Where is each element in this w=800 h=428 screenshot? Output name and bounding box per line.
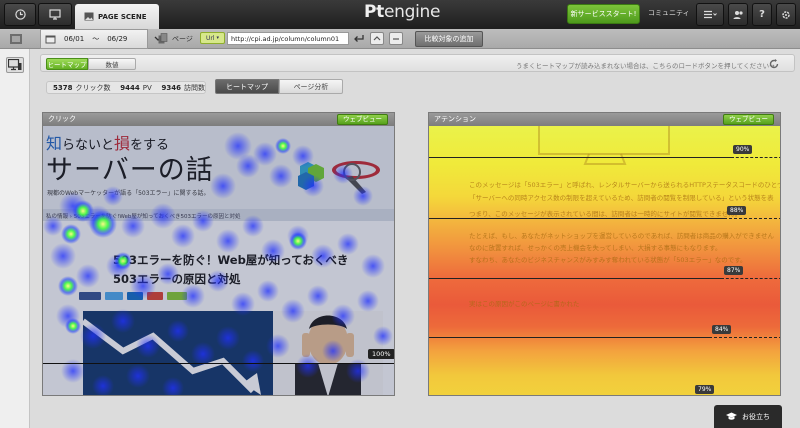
attention-line-3 (429, 278, 721, 279)
reload-icon (769, 58, 778, 68)
filter-bar: 06/01 ～ 06/29 ページ Url ▾ http://cpi.ad.jp… (0, 29, 800, 49)
attention-badge-4: 84% (712, 325, 732, 334)
help-question-button[interactable]: ? (752, 3, 772, 26)
menu-toggle-button[interactable] (9, 32, 23, 45)
tab-page-analysis[interactable]: ページ分析 (279, 79, 343, 94)
date-end: 06/29 (107, 35, 128, 43)
attention-badge-5: 79% (695, 385, 715, 394)
attention-panel-header: アテンション ウェブビュー (429, 113, 780, 126)
mode-bar: ヒートマップ 数値 うまくヒートマップが読み込まれない場合は、こちらのロードボタ… (40, 54, 795, 72)
summary-stats: 5378 クリック数 9444 PV 9346 訪問数 (46, 81, 206, 94)
new-service-button[interactable]: 新サービススタート! (567, 4, 640, 24)
device-toggle-button[interactable] (6, 57, 24, 73)
refresh-url-button[interactable] (370, 32, 384, 45)
help-tips-button[interactable]: お役立ち (714, 405, 782, 428)
tab-label: PAGE SCENE (98, 12, 147, 21)
attention-line-4 (429, 337, 709, 338)
date-start: 06/01 (64, 35, 85, 43)
attention-dash-4 (709, 337, 780, 338)
attention-webview-button[interactable]: ウェブビュー (723, 114, 774, 125)
click-count-label: クリック数 (75, 83, 111, 92)
attention-heatmap-panel: アテンション ウェブビュー このメッセージは「503エラー」と呼ばれ、レンタルサ… (428, 112, 781, 396)
visit-count-label: 訪問数 (184, 83, 205, 92)
attention-badge-3: 87% (724, 266, 744, 275)
click-heatmap-overlay (43, 126, 394, 395)
main-content: ヒートマップ 数値 うまくヒートマップが読み込まれない場合は、こちらのロードボタ… (31, 49, 800, 428)
list-menu-button[interactable] (696, 3, 724, 26)
settings-button[interactable] (776, 3, 796, 26)
attention-text-7: 実はこの原因がこのページに書かれた (469, 300, 580, 308)
question-icon: ? (759, 9, 765, 20)
graduation-cap-icon (726, 412, 737, 420)
users-icon (733, 11, 743, 19)
url-enter-button[interactable] (351, 32, 366, 45)
url-type-select[interactable]: Url ▾ (200, 32, 225, 44)
attention-panel-title: アテンション (434, 115, 476, 123)
click-fold-percentage: 100% (368, 349, 394, 359)
calendar-icon (45, 35, 56, 44)
help-tips-label: お役立ち (742, 412, 770, 421)
attention-line-1 (429, 157, 731, 158)
monitor-illustration (538, 126, 670, 165)
desktop-icon (8, 59, 22, 71)
tab-page-scene[interactable]: PAGE SCENE (75, 4, 159, 29)
enter-icon (354, 35, 364, 42)
click-fold-line (43, 363, 394, 364)
attention-line-2 (429, 218, 724, 219)
dash-icon (393, 37, 399, 40)
attention-badge-2: 88% (727, 206, 747, 215)
attention-dash-3 (721, 278, 780, 279)
reload-button[interactable] (767, 57, 780, 70)
visit-count-value: 9346 (161, 83, 181, 92)
chevron-up-icon (373, 35, 381, 40)
attention-text-6: すなわち、あなたのビジネスチャンスがみすみす奪われている状態が「503エラー」な… (469, 256, 747, 264)
add-comparison-button[interactable]: 比較対象の追加 (415, 31, 483, 47)
caret-down-icon: ▾ (216, 35, 220, 41)
date-range-picker[interactable]: 06/01 ～ 06/29 (40, 29, 148, 49)
clock-icon (14, 9, 26, 20)
gear-icon (782, 10, 790, 19)
attention-dash-2 (724, 218, 780, 219)
list-icon (704, 10, 717, 19)
click-panel-header: クリック ウェブビュー (43, 113, 394, 126)
pv-label: PV (142, 83, 152, 92)
left-sidebar (0, 49, 30, 428)
url-history-button[interactable] (389, 32, 403, 45)
attention-text-2: 「サーバーへの同時アクセス数の制限を超えているため、訪問者の閲覧を制限している」… (469, 194, 774, 202)
copy-icon (158, 33, 168, 44)
community-link[interactable]: コミュニティ (648, 8, 690, 18)
page-copy-button[interactable] (157, 32, 169, 45)
attention-text-5: なのに放置すれば、せっかくの売上機会を失ってしまい、大損する事態にもなります。 (469, 244, 722, 252)
monitor-icon (49, 9, 61, 20)
history-button[interactable] (4, 3, 36, 26)
load-hint-text: うまくヒートマップが読み込まれない場合は、こちらのロードボタンを押してください→ (516, 62, 775, 70)
click-page-preview[interactable]: 知らないと損をする サーバーの話 現都のWebマーケッターが語る「503エラー」… (43, 126, 394, 395)
url-type-label: Url (205, 34, 215, 42)
screen-button[interactable] (38, 3, 72, 26)
click-count-value: 5378 (53, 83, 73, 92)
url-input[interactable]: http://cpi.ad.jp/column/column01 (227, 32, 349, 45)
attention-dash-1 (731, 157, 780, 158)
click-webview-button[interactable]: ウェブビュー (337, 114, 388, 125)
page-label: ページ (172, 35, 193, 43)
image-icon (84, 12, 94, 21)
attention-badge-1: 90% (733, 145, 753, 154)
click-heatmap-panel: クリック ウェブビュー 知らないと損をする サーバーの話 現都のWebマーケッタ… (42, 112, 395, 396)
hamburger-icon (10, 33, 22, 44)
attention-text-3: つまり、このメッセージが表示されている間は、訪問者は一時的にサイトが閲覧できませ… (469, 210, 742, 218)
tab-heatmap[interactable]: ヒートマップ (215, 79, 279, 94)
mode-numbers-button[interactable]: 数値 (88, 58, 136, 70)
top-bar: PAGE SCENE Ptengine 新サービススタート! コミュニティ ? (0, 0, 800, 29)
click-panel-title: クリック (48, 115, 76, 123)
pv-value: 9444 (120, 83, 140, 92)
date-separator: ～ (92, 35, 100, 43)
ptengine-logo: Ptengine (364, 2, 441, 22)
attention-text-1: このメッセージは「503エラー」と呼ばれ、レンタルサーバーから送られるHTTPス… (469, 181, 781, 189)
users-button[interactable] (728, 3, 748, 26)
attention-page-preview[interactable]: このメッセージは「503エラー」と呼ばれ、レンタルサーバーから送られるHTTPス… (429, 126, 781, 395)
attention-text-4: たとえば、もし、あなたがネットショップを運営しているのであれば、訪問者は商品の購… (469, 232, 775, 240)
mode-heatmap-button[interactable]: ヒートマップ (46, 58, 88, 70)
